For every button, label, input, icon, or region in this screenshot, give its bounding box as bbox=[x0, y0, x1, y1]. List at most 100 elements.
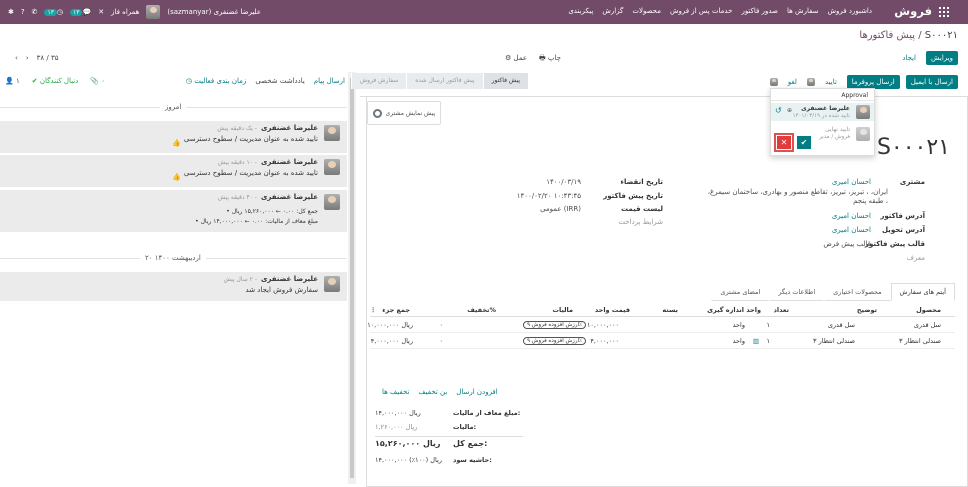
user-avatar[interactable] bbox=[146, 5, 161, 19]
pager-value[interactable]: ۳۸ / ۳۵ bbox=[37, 54, 59, 62]
cell-discount[interactable]: ۰ bbox=[440, 337, 444, 345]
cell-uom[interactable]: واحد bbox=[733, 337, 745, 345]
pager: ‹ › ۳۸ / ۳۵ bbox=[15, 54, 58, 62]
cell-product[interactable]: صندلی انتظار ۳ bbox=[899, 337, 941, 345]
margin-value: ۱۴,۰۰۰,۰۰۰ ریال (۱۰۰٪) bbox=[375, 456, 442, 464]
send-proforma-button[interactable]: ارسال پروفرما bbox=[846, 75, 900, 89]
company-switcher[interactable]: همراه فاز bbox=[111, 8, 139, 16]
col-quantity[interactable]: تعداد bbox=[774, 306, 789, 314]
cell-quantity[interactable]: ۱ bbox=[767, 321, 771, 329]
menu-item-products[interactable]: محصولات bbox=[632, 7, 661, 15]
status-quotation[interactable]: پیش فاکتور bbox=[482, 73, 528, 89]
breadcrumb-parent[interactable]: پیش فاکتورها bbox=[859, 30, 915, 41]
menu-item-reporting[interactable]: گزارش bbox=[602, 7, 623, 15]
column-options-icon[interactable]: ⋮ bbox=[370, 306, 377, 314]
expiry-field[interactable]: ۱۴۰۰/۰۳/۱۹ bbox=[546, 178, 581, 186]
cancel-order-button[interactable]: لغو bbox=[784, 75, 801, 89]
thumbs-up-icon[interactable]: 👍 bbox=[172, 139, 181, 147]
status-quotation-sent[interactable]: پیش فاکتور ارسال شده bbox=[406, 73, 483, 89]
col-discount[interactable]: تخفیف% bbox=[467, 306, 496, 314]
cell-product[interactable]: سل قدری bbox=[914, 321, 941, 329]
print-menu[interactable]: 🖶 چاپ bbox=[539, 54, 561, 65]
apps-menu-icon[interactable] bbox=[939, 7, 949, 17]
tab-customer-signature[interactable]: امضای مشتری bbox=[711, 283, 770, 301]
pager-prev-icon[interactable]: ‹ bbox=[15, 54, 18, 62]
menu-item-after-sales[interactable]: خدمات پس از فروش bbox=[670, 7, 732, 15]
template-field[interactable]: قالب پیش فرض bbox=[823, 240, 871, 248]
forecast-chart-icon[interactable]: ▥ bbox=[753, 337, 759, 345]
menu-item-dashboard[interactable]: داشبورد فروش bbox=[827, 7, 872, 15]
main-menu: داشبورد فروش سفارش ها صدور فاکتور خدمات … bbox=[568, 7, 872, 15]
menu-item-orders[interactable]: سفارش ها bbox=[787, 7, 819, 15]
discounts-button[interactable]: تخفیف ها bbox=[382, 388, 409, 396]
edit-button[interactable]: ویرایش bbox=[925, 51, 958, 65]
customer-preview-button[interactable]: پیش نمایش مشتری bbox=[367, 101, 441, 125]
cell-unit-price[interactable]: ۴,۰۰۰,۰۰۰ bbox=[590, 337, 619, 345]
referrer-placeholder[interactable]: معرف bbox=[907, 254, 925, 262]
totals-divider bbox=[375, 436, 523, 437]
order-name: S۰۰۰۲۱ bbox=[876, 135, 950, 160]
tab-optional-products[interactable]: محصولات اختیاری bbox=[824, 283, 891, 301]
cell-quantity[interactable]: ۱ bbox=[767, 337, 771, 345]
follow-button[interactable]: ✔ دنبال کنندگان bbox=[32, 77, 79, 85]
attachment-button[interactable]: 📎 ۰ bbox=[90, 77, 105, 85]
phone-icon[interactable]: ✆ bbox=[32, 8, 38, 16]
table-row[interactable]: صندلی انتظار ۳ صندلی انتظار ۳ ۱ ▥ واحد ۴… bbox=[370, 334, 955, 349]
message-body: تایید شده به عنوان مدیریت / سطوح دسترسی bbox=[183, 135, 318, 143]
chatter-topbar: 👤 ۱ ✔ دنبال کنندگان 📎 ۰ ارسال پیام یاددا… bbox=[5, 77, 345, 85]
bug-icon[interactable]: ✱ bbox=[8, 8, 14, 16]
user-name[interactable]: علیرضا غضنفری (sazmanyar) bbox=[167, 8, 261, 16]
tax-tag[interactable]: ارزش افزوده فروش ۹٪ bbox=[523, 321, 586, 329]
quote-date-field[interactable]: ۱۴۰۰/۰۲/۲۰ ۱۰:۴۳:۴۵ bbox=[517, 192, 581, 200]
scrollbar-thumb[interactable] bbox=[350, 78, 354, 478]
thumbs-up-icon[interactable]: 👍 bbox=[172, 173, 181, 181]
reject-button[interactable]: ✕ bbox=[774, 133, 794, 152]
cell-unit-price[interactable]: ۱۰,۰۰۰,۰۰۰ bbox=[587, 321, 619, 329]
send-email-button[interactable]: ارسال با ایمیل bbox=[905, 75, 958, 89]
menu-item-invoicing[interactable]: صدور فاکتور bbox=[741, 7, 778, 15]
cell-description[interactable]: سل قدری bbox=[828, 321, 855, 329]
app-brand[interactable]: فروش bbox=[894, 4, 932, 18]
action-menu[interactable]: ⚙ عمل bbox=[505, 54, 527, 65]
payment-terms-placeholder[interactable]: شرایط پرداخت bbox=[618, 218, 663, 226]
create-button[interactable]: ایجاد bbox=[898, 51, 920, 65]
col-taxes[interactable]: مالیات bbox=[552, 306, 573, 314]
customer-field[interactable]: احسان امیری bbox=[832, 178, 871, 186]
send-message-button[interactable]: ارسال پیام bbox=[314, 77, 345, 85]
help-icon[interactable]: ? bbox=[21, 8, 25, 16]
followers-button[interactable]: 👤 ۱ bbox=[5, 77, 20, 85]
log-note-button[interactable]: یادداشت شخصی bbox=[255, 77, 305, 85]
pricelist-field[interactable]: عمومی (IRR) bbox=[540, 205, 581, 213]
status-bar: پیش فاکتور پیش فاکتور ارسال شده سفارش فر… bbox=[350, 73, 528, 89]
message-author-avatar bbox=[324, 194, 340, 210]
status-sales-order[interactable]: سفارش فروش bbox=[350, 73, 407, 89]
invoice-address-field[interactable]: احسان امیری bbox=[832, 212, 871, 220]
tab-order-lines[interactable]: آیتم های سفارش bbox=[890, 283, 955, 301]
tab-other-info[interactable]: اطلاعات دیگر bbox=[769, 283, 825, 301]
col-uom[interactable]: واحد اندازه گیری bbox=[707, 306, 761, 314]
col-subtotal[interactable]: جمع جزء bbox=[382, 306, 410, 314]
tax-tag[interactable]: ارزش افزوده فروش ۹٪ bbox=[523, 337, 586, 345]
confirm-button[interactable]: تایید bbox=[821, 75, 841, 89]
add-shipping-button[interactable]: افزودن ارسال bbox=[456, 388, 497, 396]
col-product[interactable]: محصول bbox=[916, 306, 941, 314]
menu-item-configuration[interactable]: پیکربندی bbox=[568, 7, 593, 15]
pager-next-icon[interactable]: › bbox=[26, 54, 29, 62]
coupon-button[interactable]: بن تخفیف bbox=[418, 388, 447, 396]
col-package[interactable]: بسته bbox=[662, 306, 678, 314]
approve-button[interactable]: ✔ bbox=[797, 136, 811, 149]
scrollbar[interactable] bbox=[348, 72, 356, 484]
clock-icon[interactable]: ◷۱۳ bbox=[44, 8, 63, 16]
delivery-address-field[interactable]: احسان امیری bbox=[832, 226, 871, 234]
table-row[interactable]: سل قدری سل قدری ۱ واحد ۱۰,۰۰۰,۰۰۰ ارزش ا… bbox=[367, 318, 955, 333]
message-body: سفارش فروش ایجاد شد bbox=[245, 286, 318, 294]
col-description[interactable]: توضیح bbox=[857, 306, 877, 314]
cell-description[interactable]: صندلی انتظار ۳ bbox=[813, 337, 855, 345]
chat-icon[interactable]: 💬۱۳ bbox=[70, 8, 91, 16]
col-unit-price[interactable]: قیمت واحد bbox=[595, 306, 630, 314]
reset-approval-icon[interactable]: ↺ bbox=[775, 106, 782, 115]
schedule-activity-button[interactable]: ◷ زمان بندی فعالیت bbox=[186, 77, 246, 85]
cell-discount[interactable]: ۰ bbox=[440, 321, 444, 329]
cell-uom[interactable]: واحد bbox=[733, 321, 745, 329]
close-icon[interactable]: ✕ bbox=[98, 8, 104, 16]
